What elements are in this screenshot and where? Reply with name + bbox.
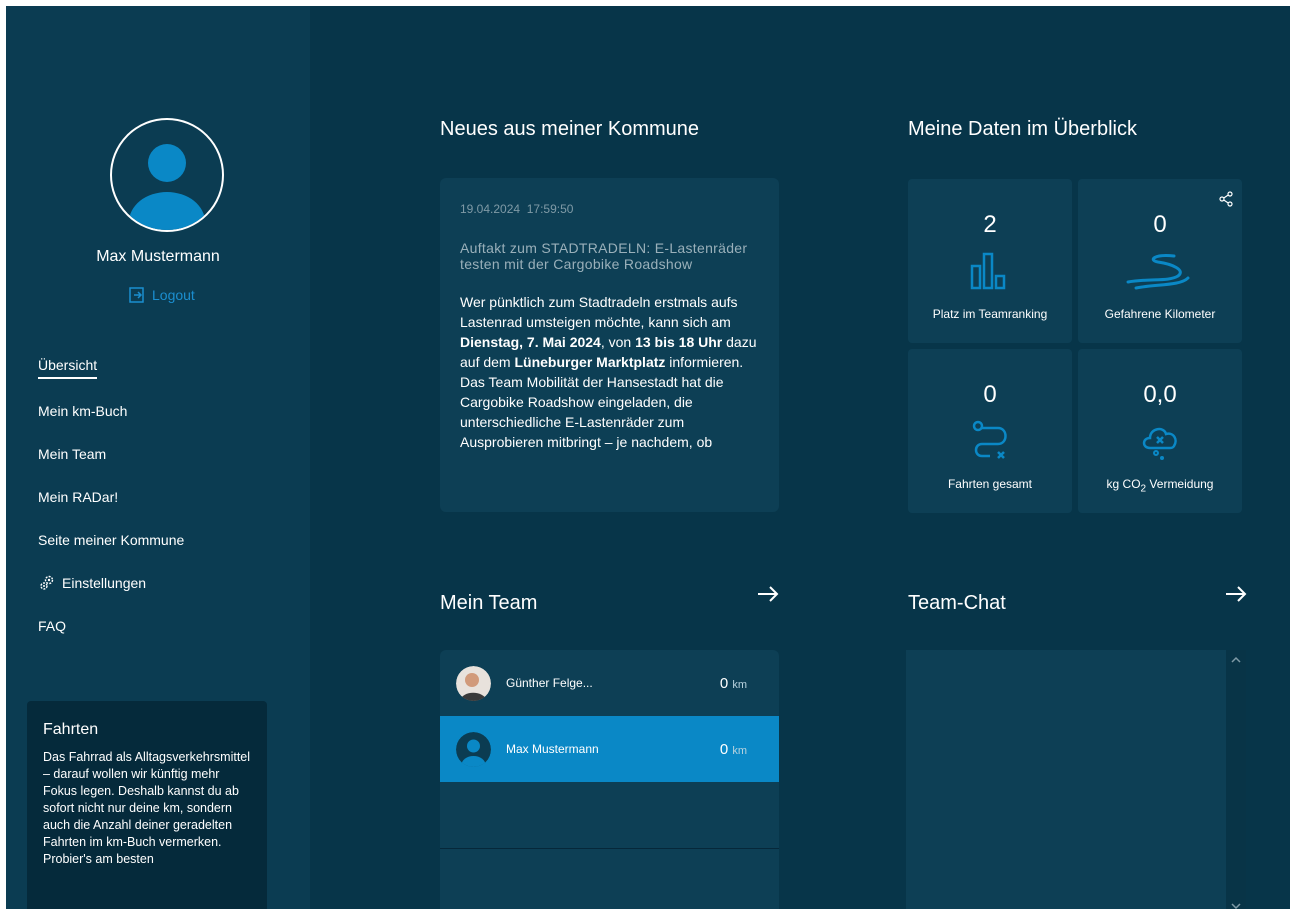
info-box-title: Fahrten: [43, 721, 99, 738]
nav-item-label: FAQ: [38, 617, 67, 634]
nav-item-einstellungen[interactable]: Einstellungen: [38, 561, 298, 604]
route-path-icon: [972, 420, 1007, 459]
stat-value: 0: [983, 381, 997, 408]
team-list: Günther Felge... 0 km Max Mustermann 0 k…: [440, 650, 779, 909]
logout-button[interactable]: Logout: [128, 286, 195, 304]
member-km: 0 km: [720, 741, 747, 758]
stat-tile-co2: 0,0 kg CO2 Vermeidung: [1078, 349, 1242, 513]
info-box-text: Das Fahrrad als Alltagsverkehrsmittel – …: [43, 750, 251, 866]
nav-item-label: Übersicht: [38, 357, 98, 379]
nav-item-uebersicht[interactable]: Übersicht: [38, 346, 298, 389]
co2-cloud-icon: [1142, 427, 1177, 460]
nav-item-label: Einstellungen: [62, 574, 147, 591]
news-card[interactable]: 19.04.2024 17:59:50 Auftakt zum STADTRAD…: [440, 178, 779, 512]
news-time: 17:59:50: [526, 202, 574, 216]
team-chat-panel[interactable]: [906, 650, 1226, 909]
app-root: Max Mustermann Logout Übersicht Mein km-…: [6, 6, 1290, 909]
bar-chart-icon: [970, 252, 1006, 290]
team-section-title: Mein Team: [440, 592, 538, 614]
stat-label: Gefahrene Kilometer: [1104, 307, 1216, 321]
member-name: Max Mustermann: [506, 742, 599, 756]
share-icon[interactable]: [1218, 191, 1234, 212]
team-arrow-right-icon[interactable]: [756, 582, 780, 611]
stat-tile-trips: 0 Fahrten gesamt: [908, 349, 1072, 513]
stat-label-prefix: kg CO: [1106, 477, 1141, 491]
user-silhouette-icon: [129, 144, 205, 230]
stat-value: 0,0: [1143, 381, 1177, 408]
stat-label: Platz im Teamranking: [932, 307, 1048, 321]
stat-label-suffix: Vermeidung: [1146, 477, 1214, 491]
team-row-selected[interactable]: Max Mustermann 0 km: [440, 716, 779, 782]
member-km-value: 0: [719, 740, 729, 758]
team-row[interactable]: Günther Felge... 0 km: [440, 650, 779, 716]
sidebar-nav: Übersicht Mein km-Buch Mein Team Mein RA…: [38, 346, 298, 647]
nav-item-label: Mein km-Buch: [38, 402, 128, 419]
news-date: 19.04.2024: [460, 202, 521, 216]
scroll-down-icon[interactable]: [1231, 902, 1241, 909]
nav-item-label: Mein Team: [38, 445, 107, 462]
member-km: 0 km: [720, 675, 747, 692]
logout-icon: [129, 287, 144, 303]
stat-tile-kilometers: 0 Gefahrene Kilometer: [1078, 179, 1242, 343]
stats-section-title: Meine Daten im Überblick: [908, 118, 1137, 140]
nav-item-faq[interactable]: FAQ: [38, 604, 298, 647]
stat-value: 2: [983, 211, 997, 238]
member-km-unit: km: [732, 678, 747, 691]
stat-label: Fahrten gesamt: [947, 477, 1033, 491]
team-row-empty: [440, 782, 779, 849]
scroll-up-icon[interactable]: [1231, 656, 1241, 664]
member-avatar: [456, 731, 491, 767]
member-name: Günther Felge...: [506, 676, 593, 690]
chat-section-title: Team-Chat: [908, 592, 1006, 614]
news-body-text: , von: [600, 334, 636, 350]
stat-label: kg CO2 Vermeidung: [1078, 477, 1242, 494]
logout-label: Logout: [152, 287, 195, 303]
stats-grid: 2 Platz im Teamranking 0 Gefahrene Kilom…: [908, 179, 1243, 513]
nav-item-radar[interactable]: Mein RADar!: [38, 475, 298, 518]
news-headline: Auftakt zum STADTRADELN: E-Lastenräder t…: [460, 240, 748, 272]
news-body-bold: 13 bis 18 Uhr: [635, 334, 723, 350]
nav-item-km-buch[interactable]: Mein km-Buch: [38, 389, 298, 432]
news-datetime: 19.04.2024 17:59:50: [460, 202, 759, 216]
gear-icon: [40, 575, 54, 590]
news-body-bold: Lüneburger Marktplatz: [514, 354, 666, 370]
news-section-title: Neues aus meiner Kommune: [440, 118, 700, 140]
chat-arrow-right-icon[interactable]: [1224, 582, 1248, 611]
member-km-value: 0: [719, 674, 729, 692]
info-box: Fahrten Das Fahrrad als Alltagsverkehrsm…: [27, 701, 267, 909]
member-km-unit: km: [732, 744, 747, 757]
news-body-text: Wer pünktlich zum Stadtradeln erstmals a…: [460, 294, 738, 330]
news-body-bold: Dienstag, 7. Mai 2024: [460, 334, 601, 350]
news-body: Wer pünktlich zum Stadtradeln erstmals a…: [460, 292, 759, 452]
stat-value: 0: [1153, 211, 1167, 238]
user-name: Max Mustermann: [96, 248, 220, 265]
nav-item-kommune[interactable]: Seite meiner Kommune: [38, 518, 298, 561]
route-curve-icon: [1126, 254, 1190, 290]
stat-tile-team-ranking: 2 Platz im Teamranking: [908, 179, 1072, 343]
nav-item-label: Mein RADar!: [38, 488, 119, 505]
member-avatar: [456, 665, 491, 701]
chat-scrollbar[interactable]: [1226, 650, 1246, 909]
nav-item-label: Seite meiner Kommune: [38, 531, 185, 548]
user-avatar[interactable]: [110, 118, 224, 232]
nav-item-mein-team[interactable]: Mein Team: [38, 432, 298, 475]
sidebar: Max Mustermann Logout Übersicht Mein km-…: [6, 6, 310, 909]
